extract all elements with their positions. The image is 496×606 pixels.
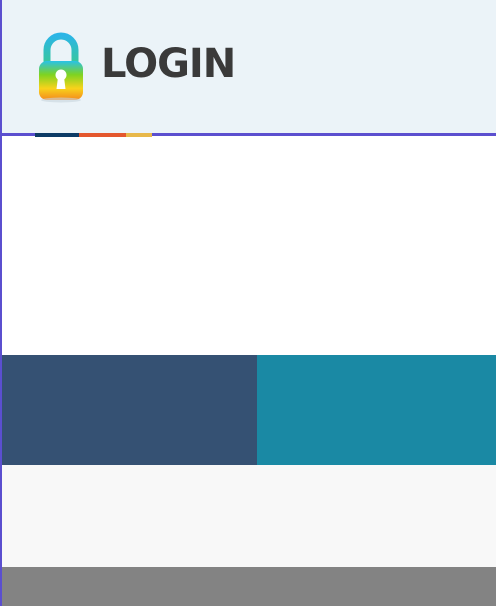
content-area [2, 137, 496, 355]
login-page: LOGIN [0, 0, 496, 606]
padlock-icon [39, 32, 83, 103]
page-title: LOGIN [101, 41, 236, 87]
left-panel[interactable] [2, 355, 257, 465]
header: LOGIN [2, 0, 496, 133]
right-panel[interactable] [257, 355, 496, 465]
light-section [2, 465, 496, 567]
footer [2, 567, 496, 606]
